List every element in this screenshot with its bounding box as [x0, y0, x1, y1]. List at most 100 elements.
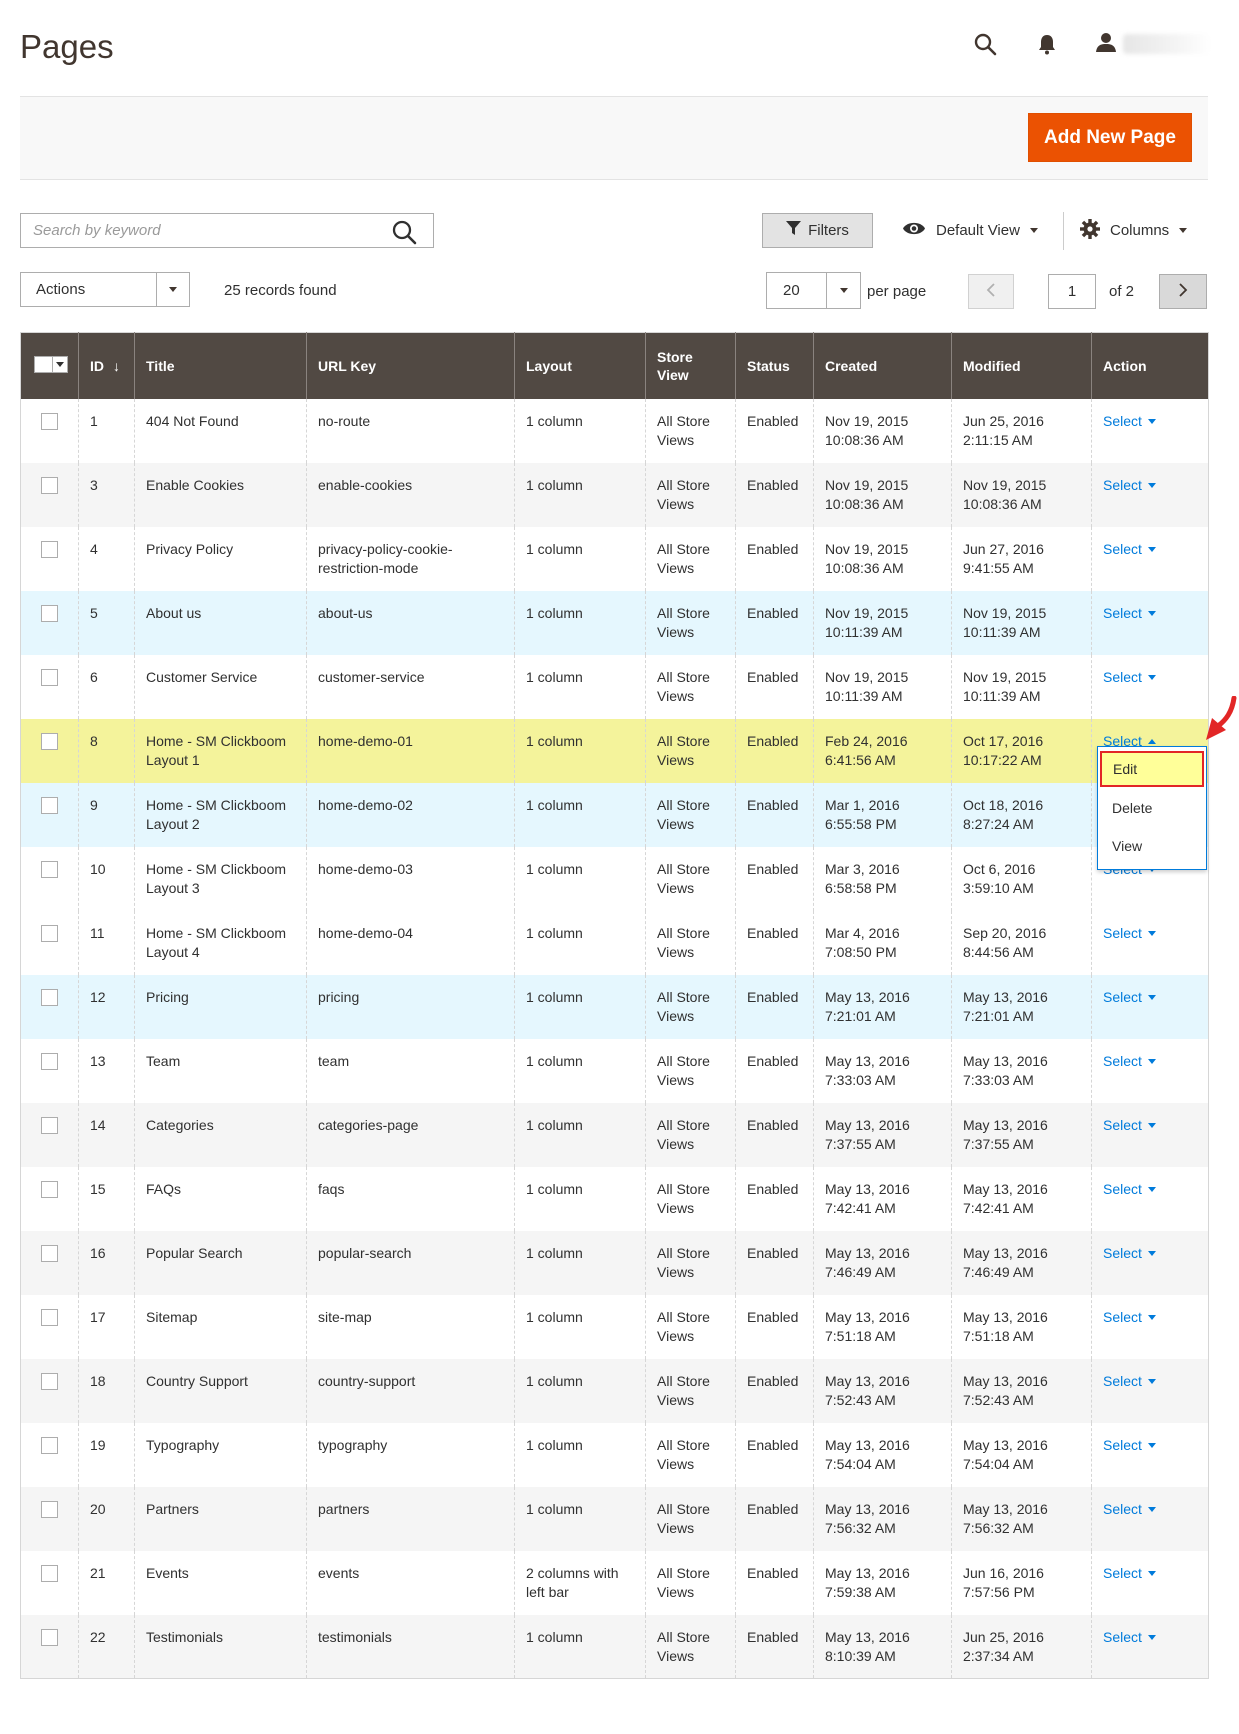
row-action-select[interactable]: Select — [1103, 1564, 1156, 1583]
menu-item-view[interactable]: View — [1098, 828, 1206, 864]
cell-status: Enabled — [735, 1102, 814, 1167]
per-page-select[interactable]: 20 — [766, 272, 861, 309]
row-action-select[interactable]: Select — [1103, 1436, 1156, 1455]
table-row[interactable]: 4 Privacy Policy privacy-policy-cookie-res… — [20, 526, 1209, 591]
search-input[interactable] — [21, 214, 381, 247]
search-submit-icon[interactable] — [391, 219, 417, 245]
table-row[interactable]: 21 Events events 2 columns with left bar All… — [20, 1550, 1209, 1615]
row-checkbox[interactable] — [41, 988, 58, 1006]
row-checkbox[interactable] — [41, 668, 58, 686]
column-header-created[interactable]: Created — [813, 332, 952, 399]
row-checkbox[interactable] — [41, 604, 58, 622]
user-icon — [1095, 31, 1117, 57]
mass-actions-select[interactable]: Actions — [20, 272, 190, 307]
table-row[interactable]: 19 Typography typography 1 column All Store … — [20, 1422, 1209, 1487]
cell-layout: 1 column — [514, 1294, 646, 1359]
column-header-id[interactable]: ID ↓ — [78, 332, 135, 399]
row-action-select[interactable]: Select — [1103, 1116, 1156, 1135]
row-checkbox[interactable] — [41, 860, 58, 878]
row-action-select[interactable]: Select — [1103, 668, 1156, 687]
column-header-status[interactable]: Status — [735, 332, 814, 399]
row-action-select[interactable]: Select — [1103, 1372, 1156, 1391]
table-row[interactable]: 3 Enable Cookies enable-cookies 1 column All… — [20, 462, 1209, 527]
cell-modified: Oct 18, 2016 8:27:24 AM — [951, 782, 1092, 847]
row-action-select[interactable]: Select — [1103, 1052, 1156, 1071]
columns-control[interactable]: Columns — [1080, 213, 1188, 248]
row-checkbox[interactable] — [41, 1180, 58, 1198]
table-row[interactable]: 8 Home - SM Clickboom Layout 1 home-demo-0… — [20, 718, 1209, 783]
row-checkbox-cell — [20, 398, 79, 463]
row-checkbox[interactable] — [41, 796, 58, 814]
chevron-right-icon — [1178, 282, 1188, 301]
cell-title: Testimonials — [134, 1614, 307, 1679]
row-checkbox[interactable] — [41, 1052, 58, 1070]
row-checkbox[interactable] — [41, 1436, 58, 1454]
row-checkbox[interactable] — [41, 1244, 58, 1262]
table-row[interactable]: 14 Categories categories-page 1 column All S… — [20, 1102, 1209, 1167]
row-checkbox[interactable] — [41, 1308, 58, 1326]
row-checkbox[interactable] — [41, 924, 58, 942]
table-row[interactable]: 12 Pricing pricing 1 column All Store Views E… — [20, 974, 1209, 1039]
column-header-title[interactable]: Title — [134, 332, 307, 399]
row-checkbox[interactable] — [41, 476, 58, 494]
modified-time: 7:54:04 AM — [963, 1455, 1034, 1472]
user-menu[interactable] — [1095, 31, 1211, 57]
table-row[interactable]: 13 Team team 1 column All Store Views Enabled… — [20, 1038, 1209, 1103]
row-action-select[interactable]: Select — [1103, 476, 1156, 495]
column-header-store-view[interactable]: Store View — [645, 332, 736, 399]
cell-title: Pricing — [134, 974, 307, 1039]
row-action-select[interactable]: Select — [1103, 412, 1156, 431]
search-icon[interactable] — [971, 30, 999, 58]
table-row[interactable]: 17 Sitemap site-map 1 column All Store Views… — [20, 1294, 1209, 1359]
created-time: 10:11:39 AM — [825, 687, 903, 704]
row-action-select[interactable]: Select — [1103, 1308, 1156, 1327]
row-action-select[interactable]: Select — [1103, 924, 1156, 943]
page-number-input[interactable] — [1048, 274, 1096, 309]
row-action-select[interactable]: Select — [1103, 988, 1156, 1007]
menu-item-edit[interactable]: Edit — [1100, 751, 1204, 787]
cell-id: 16 — [78, 1230, 135, 1295]
view-switcher[interactable]: Default View — [902, 213, 1038, 248]
table-row[interactable]: 18 Country Support country-support 1 column… — [20, 1358, 1209, 1423]
table-row[interactable]: 16 Popular Search popular-search 1 column Al… — [20, 1230, 1209, 1295]
row-checkbox[interactable] — [41, 1116, 58, 1134]
row-checkbox[interactable] — [41, 412, 58, 430]
row-action-select[interactable]: Select — [1103, 604, 1156, 623]
row-action-select[interactable]: Select — [1103, 1500, 1156, 1519]
table-row[interactable]: 6 Customer Service customer-service 1 colum… — [20, 654, 1209, 719]
row-checkbox[interactable] — [41, 1500, 58, 1518]
next-page-button[interactable] — [1159, 274, 1207, 309]
cell-id: 12 — [78, 974, 135, 1039]
row-checkbox[interactable] — [41, 1372, 58, 1390]
row-checkbox-cell — [20, 1166, 79, 1231]
row-checkbox[interactable] — [41, 1564, 58, 1582]
row-checkbox[interactable] — [41, 540, 58, 558]
table-row[interactable]: 5 About us about-us 1 column All Store Views… — [20, 590, 1209, 655]
table-row[interactable]: 20 Partners partners 1 column All Store View… — [20, 1486, 1209, 1551]
row-checkbox[interactable] — [41, 1628, 58, 1646]
row-checkbox-cell — [20, 1358, 79, 1423]
previous-page-button[interactable] — [968, 274, 1014, 309]
row-action-select[interactable]: Select — [1103, 1244, 1156, 1263]
table-row[interactable]: 10 Home - SM Clickboom Layout 3 home-demo-… — [20, 846, 1209, 911]
column-header-layout[interactable]: Layout — [514, 332, 646, 399]
row-checkbox[interactable] — [41, 732, 58, 750]
cell-store-view: All Store Views — [645, 1230, 736, 1295]
cell-layout: 1 column — [514, 654, 646, 719]
column-header-url-key[interactable]: URL Key — [306, 332, 515, 399]
bell-icon[interactable] — [1033, 30, 1061, 58]
column-header-modified[interactable]: Modified — [951, 332, 1092, 399]
row-action-select[interactable]: Select — [1103, 1180, 1156, 1199]
filters-button[interactable]: Filters — [762, 213, 873, 248]
add-new-page-button[interactable]: Add New Page — [1028, 113, 1192, 162]
menu-item-delete[interactable]: Delete — [1098, 790, 1206, 826]
table-row[interactable]: 9 Home - SM Clickboom Layout 2 home-demo-0… — [20, 782, 1209, 847]
row-action-select[interactable]: Select — [1103, 540, 1156, 559]
table-row[interactable]: 11 Home - SM Clickboom Layout 4 home-demo-… — [20, 910, 1209, 975]
cell-modified: Sep 20, 2016 8:44:56 AM — [951, 910, 1092, 975]
table-row[interactable]: 15 FAQs faqs 1 column All Store Views Enabled… — [20, 1166, 1209, 1231]
table-row[interactable]: 1 404 Not Found no-route 1 column All Store … — [20, 398, 1209, 463]
table-row[interactable]: 22 Testimonials testimonials 1 column All St… — [20, 1614, 1209, 1679]
mass-select-checkbox[interactable] — [34, 355, 68, 373]
row-action-select[interactable]: Select — [1103, 1628, 1156, 1647]
